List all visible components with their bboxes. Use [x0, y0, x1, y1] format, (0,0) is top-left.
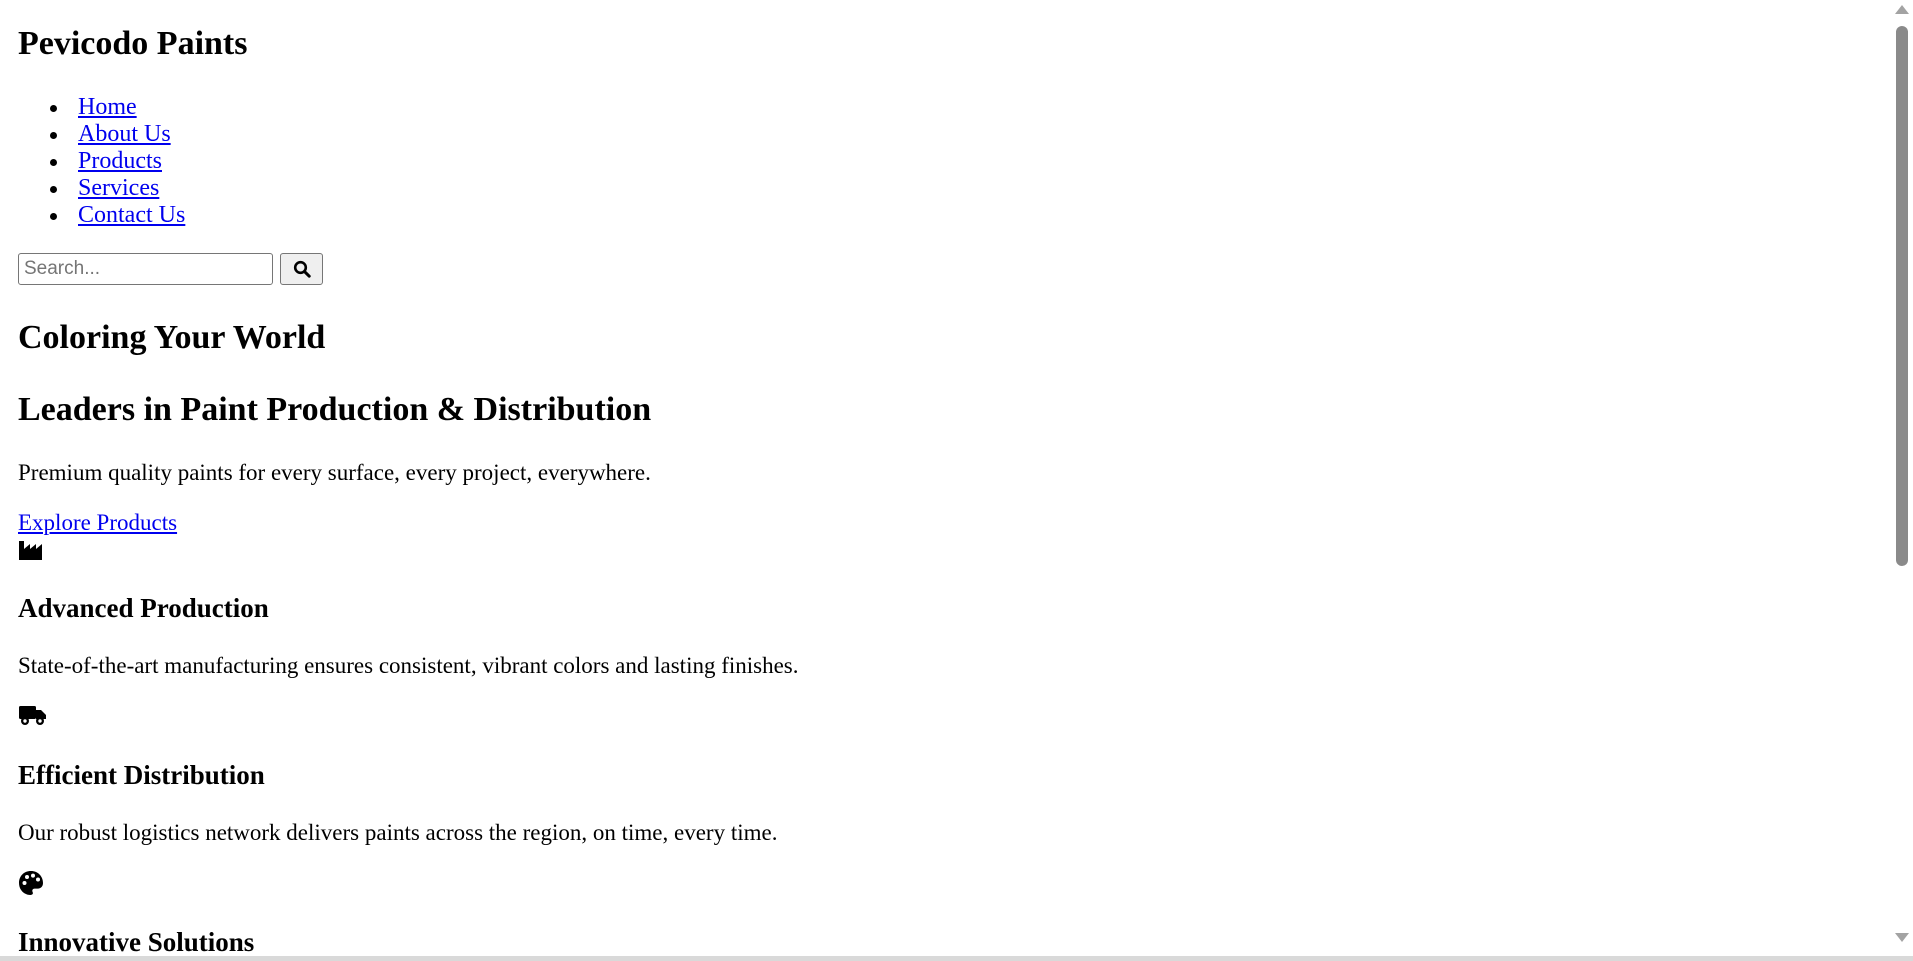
explore-products-link[interactable]: Explore Products [18, 509, 177, 537]
search-icon [293, 260, 311, 278]
nav-item-about: About Us [49, 121, 185, 148]
truck-icon [18, 703, 48, 732]
feature-text-distribution: Our robust logistics network delivers pa… [18, 820, 778, 845]
main-nav: Home About Us Products Services Contact … [18, 94, 185, 229]
search-button[interactable] [280, 253, 323, 285]
nav-item-home: Home [49, 94, 185, 121]
feature-title-production: Advanced Production [18, 593, 269, 623]
site-title: Pevicodo Paints [18, 25, 248, 62]
hero-title: Coloring Your World [18, 319, 326, 356]
scroll-down-arrow-icon[interactable] [1895, 933, 1909, 942]
nav-link-contact[interactable]: Contact Us [78, 202, 185, 228]
feature-title-innovation: Innovative Solutions [18, 927, 255, 956]
nav-link-home[interactable]: Home [78, 94, 137, 120]
industry-icon [18, 538, 44, 567]
palette-icon [18, 870, 44, 901]
nav-link-products[interactable]: Products [78, 148, 162, 174]
window-bottom-edge [0, 956, 1913, 961]
search-input[interactable] [18, 253, 273, 285]
nav-link-about[interactable]: About Us [78, 121, 171, 147]
page-viewport: Pevicodo Paints Home About Us Products S… [5, 0, 1890, 956]
nav-item-products: Products [49, 148, 185, 175]
search-form [18, 253, 323, 285]
nav-item-services: Services [49, 175, 185, 202]
vertical-scrollbar[interactable] [1890, 0, 1913, 956]
hero-text: Premium quality paints for every surface… [18, 460, 651, 485]
nav-item-contact: Contact Us [49, 202, 185, 229]
nav-link-services[interactable]: Services [78, 175, 159, 201]
feature-text-production: State-of-the-art manufacturing ensures c… [18, 653, 799, 678]
hero-subtitle: Leaders in Paint Production & Distributi… [18, 391, 652, 428]
feature-title-distribution: Efficient Distribution [18, 760, 265, 790]
scrollbar-thumb[interactable] [1896, 26, 1908, 566]
scroll-up-arrow-icon[interactable] [1895, 5, 1909, 14]
